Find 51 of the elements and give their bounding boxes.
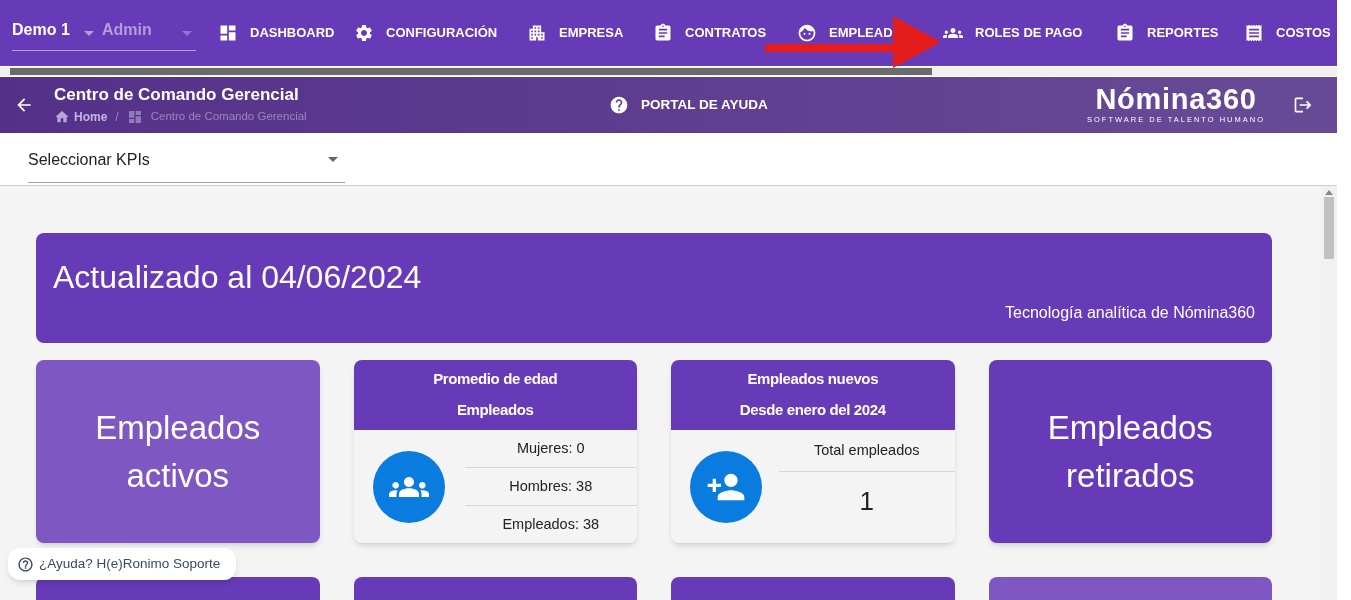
nav-link[interactable]: ROLES DE PAGO xyxy=(975,23,1083,43)
card-title: Desde enero del 2024 xyxy=(739,400,886,421)
card-title: Promedio de edad xyxy=(433,369,558,390)
dashboard-icon xyxy=(126,108,143,125)
face-icon xyxy=(797,23,817,43)
breadcrumb-link[interactable]: Home xyxy=(74,107,108,126)
nav-link[interactable]: CONFIGURACIÓN xyxy=(386,23,498,43)
kpi-select[interactable]: Seleccionar KPIs xyxy=(28,135,345,183)
breadcrumb-separator: / xyxy=(115,108,119,126)
caret-icon[interactable] xyxy=(328,157,338,162)
scroll-up-icon[interactable] xyxy=(1325,190,1333,195)
invoice-icon xyxy=(1244,23,1264,43)
scrollbar[interactable] xyxy=(10,68,932,75)
nav-link[interactable]: EMPRESA xyxy=(559,23,624,43)
nav-link[interactable]: REPORTES xyxy=(1147,23,1219,43)
card-title: activos xyxy=(126,455,230,496)
kpi-card[interactable]: Empleados retirados xyxy=(988,360,1272,543)
nav-link[interactable]: EMPLEAD xyxy=(829,23,893,43)
logo: Nómina360 xyxy=(1095,84,1257,115)
kpi-card[interactable]: Empleados activos xyxy=(36,360,320,543)
logout-icon[interactable] xyxy=(1293,95,1313,115)
help-portal-link[interactable]: PORTAL DE AYUDA xyxy=(641,94,768,116)
gear-icon xyxy=(354,23,374,43)
card-title: retirados xyxy=(1066,455,1195,496)
nav-link[interactable]: CONTRATOS xyxy=(685,23,767,43)
building-icon xyxy=(527,23,547,43)
clipboard-icon xyxy=(653,23,673,43)
stat-row: Empleados: 38 xyxy=(464,505,637,543)
card-title: Empleados nuevos xyxy=(747,369,879,390)
banner-subtitle: Tecnología analítica de Nómina360 xyxy=(1005,303,1255,323)
stat-row-text: Mujeres: 0 xyxy=(515,438,586,458)
card-title: Empleados xyxy=(456,400,534,421)
dashboard-icon xyxy=(218,23,238,43)
page-title: Centro de Comando Gerencial xyxy=(54,84,300,105)
breadcrumb-item: Centro de Comando Gerencial xyxy=(150,108,307,124)
banner-title: Actualizado al 04/06/2024 xyxy=(53,258,423,297)
company-select[interactable]: Demo 1 xyxy=(12,18,84,50)
caret-icon[interactable] xyxy=(84,31,94,36)
help-chip[interactable]: ¿Ayuda? H(e)Ronimo Soporte xyxy=(8,548,236,580)
nav-link[interactable]: COSTOS xyxy=(1276,23,1331,43)
home-icon xyxy=(54,108,70,125)
nav-link[interactable]: DASHBOARD xyxy=(250,23,335,43)
card-title: Empleados xyxy=(1047,407,1213,448)
clipboard-icon xyxy=(1115,23,1135,43)
stat-row: Hombres: 38 xyxy=(464,467,637,505)
help-icon xyxy=(17,555,34,573)
scrollbar[interactable] xyxy=(1324,197,1334,259)
total-label: Total empleados xyxy=(779,430,955,472)
total-value: 1 xyxy=(858,485,875,518)
help-icon xyxy=(609,95,629,115)
card-title: Empleados xyxy=(95,407,261,448)
